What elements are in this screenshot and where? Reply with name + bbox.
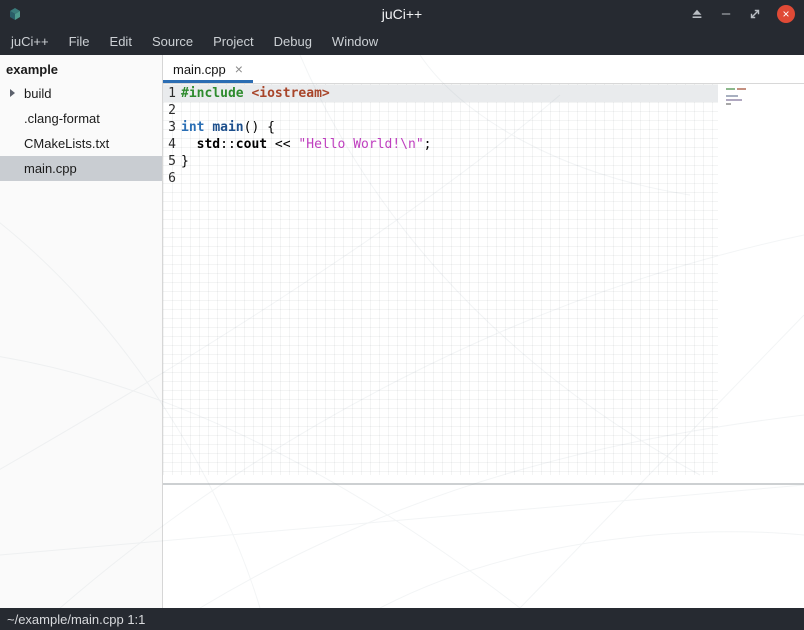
titlebar: juCi++ – × bbox=[0, 0, 804, 28]
line-text: } bbox=[181, 153, 189, 170]
code-line-2[interactable]: 2 bbox=[163, 102, 718, 119]
line-number: 2 bbox=[166, 102, 176, 119]
code-line-6[interactable]: 6 bbox=[163, 170, 718, 187]
line-number: 3 bbox=[166, 119, 176, 136]
shade-icon[interactable] bbox=[690, 7, 704, 21]
line-text: #include <iostream> bbox=[181, 85, 330, 102]
tree-item-build[interactable]: build bbox=[0, 81, 162, 106]
maximize-icon[interactable] bbox=[748, 7, 762, 21]
line-number: 4 bbox=[166, 136, 176, 153]
minimap-mark bbox=[726, 99, 742, 101]
menu-item-juci[interactable]: juCi++ bbox=[1, 28, 59, 55]
tree-item-clang-format[interactable]: .clang-format bbox=[0, 106, 162, 131]
tree-item-label: build bbox=[24, 86, 51, 101]
line-number: 5 bbox=[166, 153, 176, 170]
code-line-4[interactable]: 4 std::cout << "Hello World!\n"; bbox=[163, 136, 718, 153]
menu-item-window[interactable]: Window bbox=[322, 28, 388, 55]
tree-item-cmakelists-txt[interactable]: CMakeLists.txt bbox=[0, 131, 162, 156]
menu-item-debug[interactable]: Debug bbox=[264, 28, 322, 55]
line-text: int main() { bbox=[181, 119, 275, 136]
code-editor[interactable]: 1#include <iostream>23int main() {4 std:… bbox=[163, 84, 804, 483]
window-controls: – × bbox=[690, 5, 804, 23]
terminal-pane[interactable] bbox=[163, 485, 804, 608]
tab-main-cpp[interactable]: main.cpp × bbox=[163, 55, 253, 83]
line-number: 6 bbox=[166, 170, 176, 187]
minimap-mark bbox=[726, 95, 738, 97]
code-lines: 1#include <iostream>23int main() {4 std:… bbox=[163, 84, 804, 187]
menu-item-edit[interactable]: Edit bbox=[100, 28, 142, 55]
tabbar: main.cpp × bbox=[163, 55, 804, 84]
minimap[interactable] bbox=[726, 88, 750, 122]
project-root-label[interactable]: example bbox=[0, 55, 162, 81]
tab-close-icon[interactable]: × bbox=[235, 61, 243, 77]
code-line-3[interactable]: 3 int main() { bbox=[163, 119, 718, 136]
menubar: juCi++FileEditSourceProjectDebugWindow bbox=[0, 28, 804, 55]
code-line-5[interactable]: 5} bbox=[163, 153, 718, 170]
window-title: juCi++ bbox=[0, 6, 804, 22]
menu-item-file[interactable]: File bbox=[59, 28, 100, 55]
close-button[interactable]: × bbox=[777, 5, 795, 23]
statusbar: ~/example/main.cpp 1:1 bbox=[0, 608, 804, 630]
status-text: ~/example/main.cpp 1:1 bbox=[7, 612, 145, 627]
line-text: std::cout << "Hello World!\n"; bbox=[181, 136, 431, 153]
sidebar: example build .clang-format CMakeLists.txt… bbox=[0, 55, 163, 608]
tab-label: main.cpp bbox=[173, 62, 226, 77]
code-line-1[interactable]: 1 #include <iostream> bbox=[163, 85, 718, 102]
minimap-mark bbox=[726, 88, 746, 90]
minimize-button[interactable]: – bbox=[719, 7, 733, 21]
tree-item-main-cpp[interactable]: main.cpp bbox=[0, 156, 162, 181]
file-tree: build .clang-format CMakeLists.txt main.cpp bbox=[0, 81, 162, 181]
tree-item-label: .clang-format bbox=[24, 111, 100, 126]
content: example build .clang-format CMakeLists.txt… bbox=[0, 55, 804, 608]
expander-icon[interactable] bbox=[10, 89, 15, 97]
app-logo-icon bbox=[7, 6, 23, 22]
tree-item-label: CMakeLists.txt bbox=[24, 136, 109, 151]
main-area: main.cpp × 1 #include <iostream> 23 int mai… bbox=[163, 55, 804, 608]
tree-item-label: main.cpp bbox=[24, 161, 77, 176]
close-icon: × bbox=[782, 5, 789, 23]
minimap-mark bbox=[726, 103, 731, 105]
line-number: 1 bbox=[166, 85, 176, 102]
juci-window: juCi++ – × bbox=[0, 0, 804, 630]
menu-item-source[interactable]: Source bbox=[142, 28, 203, 55]
menu-item-project[interactable]: Project bbox=[203, 28, 263, 55]
